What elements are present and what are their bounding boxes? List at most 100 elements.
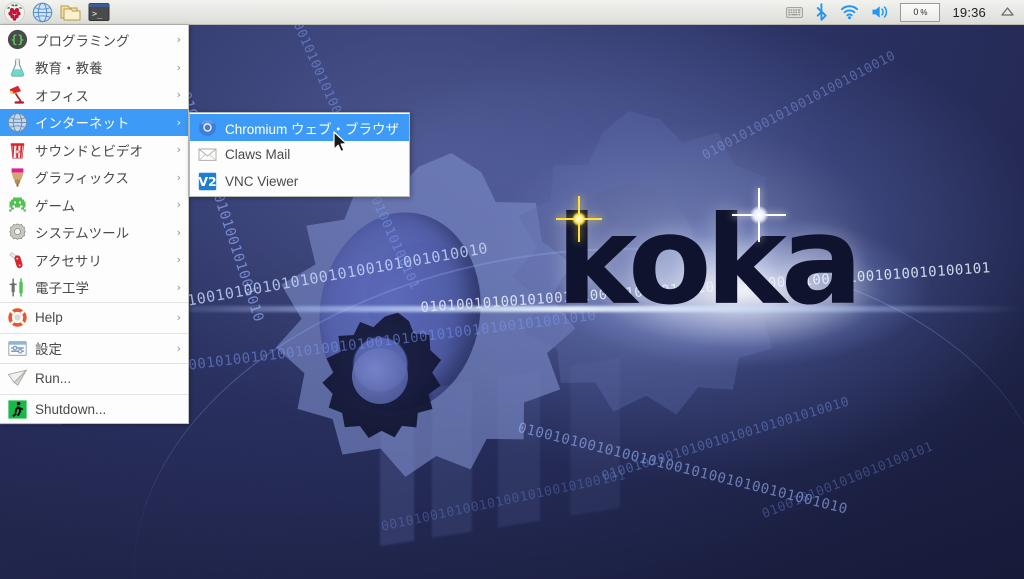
menu-item-electronics[interactable]: 電子工学 › [0,274,188,302]
menu-item-office[interactable]: オフィス › [0,81,188,109]
chevron-right-icon: › [176,225,181,239]
sparkle-yellow-core [572,212,586,226]
chevron-right-icon: › [176,170,181,184]
menu-item-education[interactable]: 教育・教養 › [0,54,188,82]
menu-separator [0,363,188,364]
wifi-tray-item[interactable] [834,0,865,25]
sparkle-yellow-icon [556,196,602,242]
volume-tray-item[interactable] [865,0,896,25]
menu-item-label: ゲーム [35,198,76,214]
light-ray [150,306,1024,312]
keyboard-tray-item[interactable] [780,0,809,25]
terminal-launcher[interactable]: >_ [85,1,112,24]
chevron-right-icon: › [176,115,181,129]
gear-hub-large [305,200,495,424]
envelope-icon [197,145,217,165]
menu-item-programming[interactable]: {} プログラミング › [0,26,188,54]
gear-hub-small [352,348,408,404]
menu-item-label: サウンドとビデオ [35,143,143,159]
sparkle-white-core [750,206,768,224]
chevron-right-icon: › [176,311,181,325]
submenu-item-label: Claws Mail [225,147,291,162]
menu-item-help[interactable]: Help › [0,304,188,332]
wallpaper-logo-text: koka [556,190,863,332]
svg-text:>_: >_ [92,10,103,20]
submenu-item-label: Chromium ウェブ・ブラウザ [225,121,400,137]
ribbon-arc [108,210,1024,579]
menu-item-games[interactable]: ゲーム › [0,191,188,219]
preferences-icon [6,337,28,359]
paper-plane-icon [6,368,28,390]
gear-decoration-mid [475,95,816,436]
raspberry-icon [4,1,25,23]
menu-item-label: Help [35,310,63,326]
gear-decoration-small [300,295,461,456]
menu-item-sound-and-video[interactable]: サウンドとビデオ › [0,136,188,164]
binary-stream: 0100101001010010100101001010010 [600,394,852,485]
submenu-item-vnc-viewer[interactable]: V2 VNC Viewer [190,168,409,195]
terminal-icon: >_ [88,3,109,21]
cpu-usage-unit: % [920,7,928,17]
cpu-usage-value: 0 [913,7,919,17]
vnc-icon: V2 [197,172,217,192]
raspberry-menu-button[interactable] [1,1,28,24]
globe-icon [32,2,53,22]
chevron-right-icon: › [176,88,181,102]
paintbrush-icon [6,166,28,188]
cpu-usage-widget[interactable]: 0 % [900,2,941,22]
menu-item-accessories[interactable]: アクセサリ › [0,246,188,274]
chevron-right-icon: › [176,33,181,47]
clock[interactable]: 19:36 [944,5,994,20]
chevron-right-icon: › [176,198,181,212]
binary-stream: 01001010010100101001010010100101001010 [516,420,850,518]
menu-item-label: アクセサリ [35,253,102,269]
eject-tray-item[interactable] [994,0,1021,25]
sparkle-white-icon [732,188,786,242]
binary-stream: 001010010100101001010010100101 [380,468,628,535]
mouse-cursor [333,131,349,155]
lifebuoy-icon [6,307,28,329]
logo-glow [470,135,990,435]
binary-stream: 0100101001010010100101001010010100101001… [170,307,598,376]
submenu-item-label: VNC Viewer [225,174,299,189]
menu-item-label: Run... [35,371,72,387]
menu-item-internet[interactable]: インターネット › [0,108,188,136]
exit-runner-icon [6,398,28,420]
menu-item-system-tools[interactable]: システムツール › [0,219,188,247]
menu-item-shutdown[interactable]: Shutdown... [0,396,188,424]
desk-lamp-icon [6,84,28,106]
submenu-item-claws-mail[interactable]: Claws Mail [190,141,409,168]
menu-item-label: グラフィックス [35,171,129,187]
application-menu: {} プログラミング › 教育・教養 › オフィス › インターネット › サウ… [0,25,189,424]
file-manager-launcher[interactable] [57,1,84,24]
globe-icon [6,111,28,133]
binary-stream: 0101001010010100101001010010100101001010… [420,260,992,316]
menu-item-graphics[interactable]: グラフィックス › [0,164,188,192]
chevron-right-icon: › [176,280,181,294]
system-tray: 0 % 19:36 [780,0,1024,25]
keyboard-icon [786,6,804,18]
web-browser-launcher[interactable] [29,1,56,24]
menu-item-preferences[interactable]: 設定 › [0,335,188,363]
submenu-item-chromium[interactable]: Chromium ウェブ・ブラウザ [190,114,409,141]
bluetooth-tray-item[interactable] [809,0,834,25]
svg-text:{}: {} [10,33,24,47]
space-invader-icon [6,194,28,216]
svg-text:V2: V2 [198,174,216,189]
menu-item-label: 設定 [35,342,62,358]
menu-item-label: オフィス [35,88,89,104]
eject-icon [1001,7,1014,16]
menu-separator [0,332,188,334]
menu-item-run[interactable]: Run... [0,365,188,393]
binary-stream: 0100101001010010100101 [760,439,936,522]
chevron-right-icon: › [176,143,181,157]
menu-item-label: Shutdown... [35,401,107,417]
taskbar: >_ 0 % 19:36 [0,0,1024,25]
menu-separator [0,393,188,395]
menu-item-label: システムツール [35,226,130,242]
menu-item-label: プログラミング [35,33,130,49]
wifi-icon [841,5,859,20]
swiss-knife-icon [6,249,28,271]
popcorn-icon [6,139,28,161]
flask-icon [6,56,28,78]
